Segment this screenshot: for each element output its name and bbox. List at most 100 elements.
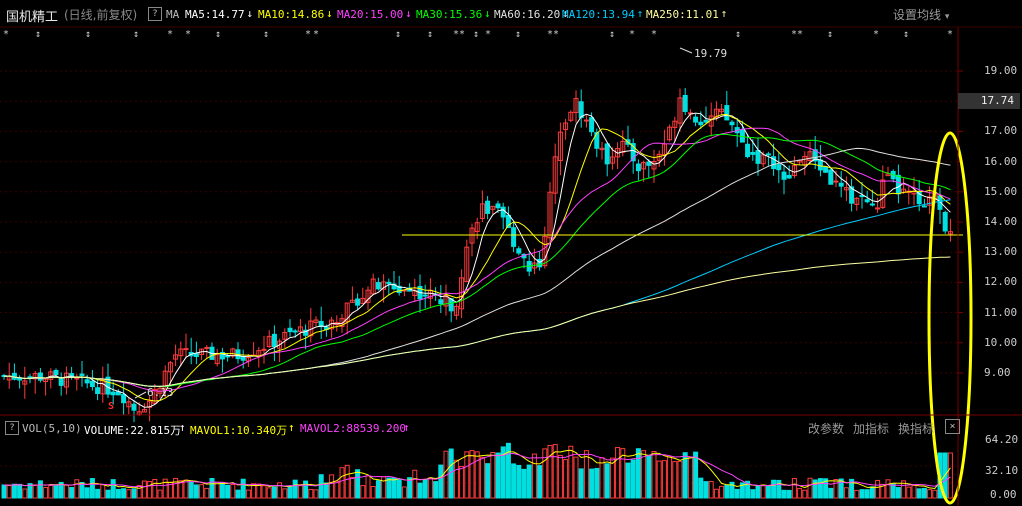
event-marker-icon[interactable]: * xyxy=(629,29,635,40)
volume-bar[interactable] xyxy=(417,482,423,499)
candle[interactable] xyxy=(703,119,709,123)
candle[interactable] xyxy=(786,174,792,179)
candle[interactable] xyxy=(589,117,595,133)
candle[interactable] xyxy=(271,333,277,348)
volume-bar[interactable] xyxy=(490,451,496,499)
volume-bar[interactable] xyxy=(781,489,787,499)
volume-bar[interactable] xyxy=(214,481,220,499)
candle[interactable] xyxy=(121,394,127,404)
volume-bar[interactable] xyxy=(32,484,38,499)
volume-bar[interactable] xyxy=(947,452,953,499)
volume-bar[interactable] xyxy=(890,483,896,499)
candle[interactable] xyxy=(635,163,641,172)
event-marker-icon[interactable]: ↕ xyxy=(473,29,479,40)
candle[interactable] xyxy=(750,151,756,155)
candle[interactable] xyxy=(755,150,761,164)
volume-bar[interactable] xyxy=(323,482,329,499)
volume-bar[interactable] xyxy=(495,452,501,499)
volume-bar[interactable] xyxy=(173,477,179,499)
volume-bar[interactable] xyxy=(630,459,636,499)
volume-bar[interactable] xyxy=(719,485,725,499)
event-marker-icon[interactable]: ↕ xyxy=(263,29,269,40)
stock-name[interactable]: 国机精工 xyxy=(6,6,58,25)
volume-bar[interactable] xyxy=(646,454,652,499)
volume-bar[interactable] xyxy=(141,480,147,499)
event-marker-icon[interactable]: * xyxy=(313,29,319,40)
volume-bar[interactable] xyxy=(589,468,595,499)
volume-bar[interactable] xyxy=(63,484,69,499)
volume-bar[interactable] xyxy=(69,487,75,499)
volume-bar[interactable] xyxy=(360,485,366,499)
volume-bar[interactable] xyxy=(635,448,641,499)
event-marker-icon[interactable]: ↕ xyxy=(133,29,139,40)
volume-bar[interactable] xyxy=(807,477,813,499)
candle[interactable] xyxy=(869,203,875,206)
event-marker-icon[interactable]: * xyxy=(553,29,559,40)
volume-bar[interactable] xyxy=(375,480,381,499)
event-marker-icon[interactable]: * xyxy=(797,29,803,40)
volume-bar[interactable] xyxy=(578,468,584,499)
volume-bar[interactable] xyxy=(115,488,121,499)
candle[interactable] xyxy=(183,348,189,351)
volume-bar[interactable] xyxy=(547,444,553,499)
event-marker-icon[interactable]: ↕ xyxy=(35,29,41,40)
volume-bar[interactable] xyxy=(557,454,563,499)
volume-bar[interactable] xyxy=(708,480,714,499)
volume-bar[interactable] xyxy=(521,468,527,499)
candle[interactable] xyxy=(838,182,844,187)
event-marker-icon[interactable]: * xyxy=(459,29,465,40)
volume-bar[interactable] xyxy=(401,486,407,499)
volume-bar[interactable] xyxy=(854,489,860,499)
volume-bar[interactable] xyxy=(672,461,678,499)
volume-bar[interactable] xyxy=(573,456,579,499)
volume-bar[interactable] xyxy=(303,480,309,499)
volume-bar[interactable] xyxy=(625,462,631,499)
candle[interactable] xyxy=(79,373,85,376)
volume-bar[interactable] xyxy=(297,485,303,499)
event-marker-icon[interactable]: * xyxy=(305,29,311,40)
volume-bar[interactable] xyxy=(287,485,293,499)
volume-bar[interactable] xyxy=(755,485,761,499)
volume-bar[interactable] xyxy=(334,480,340,499)
volume-bar[interactable] xyxy=(386,477,392,499)
volume-bar[interactable] xyxy=(313,489,319,499)
volume-bar[interactable] xyxy=(734,488,740,499)
edit-params-button[interactable]: 改参数 xyxy=(808,420,844,437)
volume-bar[interactable] xyxy=(152,478,158,499)
volume-bar[interactable] xyxy=(245,489,251,499)
vol-help-icon[interactable]: ? xyxy=(5,421,19,435)
volume-bar[interactable] xyxy=(859,489,865,499)
volume-bar[interactable] xyxy=(797,488,803,499)
volume-bar[interactable] xyxy=(308,488,314,499)
candle[interactable] xyxy=(875,207,881,210)
event-marker-icon[interactable]: ↕ xyxy=(515,29,521,40)
volume-bar[interactable] xyxy=(235,489,241,499)
volume-bar[interactable] xyxy=(433,481,439,499)
candle[interactable] xyxy=(604,143,610,165)
volume-bar[interactable] xyxy=(292,479,298,499)
volume-bar[interactable] xyxy=(230,483,236,499)
volume-bar[interactable] xyxy=(651,450,657,499)
volume-bar[interactable] xyxy=(667,456,673,499)
event-marker-icon[interactable]: ↕ xyxy=(395,29,401,40)
volume-bar[interactable] xyxy=(396,479,402,499)
candle[interactable] xyxy=(823,166,829,173)
candle[interactable] xyxy=(724,105,730,121)
volume-bar[interactable] xyxy=(760,484,766,499)
volume-bar[interactable] xyxy=(240,478,246,499)
switch-indicator-button[interactable]: 换指标 xyxy=(898,420,934,437)
candle[interactable] xyxy=(895,174,901,195)
volume-bar[interactable] xyxy=(485,463,491,499)
volume-bar[interactable] xyxy=(48,484,54,499)
volume-bar[interactable] xyxy=(256,483,262,499)
volume-bar[interactable] xyxy=(282,488,288,499)
volume-bar[interactable] xyxy=(802,489,808,499)
candle[interactable] xyxy=(438,299,444,305)
volume-bar[interactable] xyxy=(204,487,210,499)
volume-bar[interactable] xyxy=(828,487,834,499)
volume-bar[interactable] xyxy=(677,460,683,499)
volume-bar[interactable] xyxy=(895,487,901,499)
candle[interactable] xyxy=(781,171,787,180)
volume-bar[interactable] xyxy=(131,488,137,499)
volume-bar[interactable] xyxy=(412,469,418,499)
